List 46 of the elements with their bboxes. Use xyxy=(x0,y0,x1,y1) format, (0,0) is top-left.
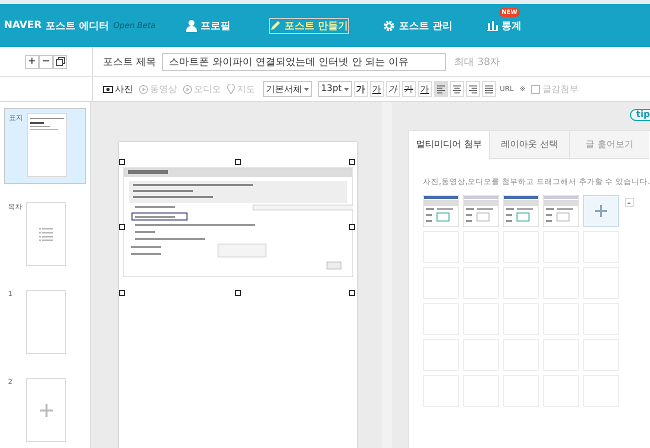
text-style-button[interactable]: 가 xyxy=(354,81,368,97)
add-icon xyxy=(40,404,52,416)
checkbox-icon xyxy=(531,84,540,94)
person-icon xyxy=(186,20,197,32)
pin-icon xyxy=(227,84,235,94)
bar-chart-icon xyxy=(486,20,498,31)
camera-icon xyxy=(103,85,113,93)
text-style-button[interactable]: 가 xyxy=(386,81,400,97)
dropdown[interactable]: 기본서체 xyxy=(263,81,312,97)
text-style-button[interactable]: 가 xyxy=(402,81,416,97)
text-style-button[interactable]: 가 xyxy=(418,81,432,97)
caret-icon xyxy=(304,88,309,90)
app-name: 포스트 에디터 xyxy=(46,20,110,32)
text-style-button[interactable]: 가 xyxy=(370,81,384,97)
align-button[interactable] xyxy=(450,81,464,97)
copy-icon xyxy=(56,57,64,66)
panel-tab[interactable]: 레이아웃 선택 xyxy=(488,131,569,159)
dropdown[interactable]: 13pt xyxy=(318,81,352,97)
add-media-button[interactable] xyxy=(582,195,619,227)
play-icon xyxy=(183,84,192,94)
settings-icon xyxy=(383,20,396,32)
caret-icon xyxy=(344,88,349,90)
nav-link[interactable]: 프로필 xyxy=(186,18,231,32)
length-hint: 최대 38자 xyxy=(454,56,500,68)
pen-icon xyxy=(270,20,281,31)
align-button[interactable] xyxy=(482,81,496,97)
align-button[interactable] xyxy=(466,81,480,97)
beta-label: Open Beta xyxy=(113,21,156,30)
title-field[interactable]: 스마트폰 와이파이 연결되었는데 인터넷 안 되는 이유 xyxy=(162,52,446,70)
document-preview-icon xyxy=(30,118,64,130)
nav-link[interactable]: 포스트 관리 xyxy=(383,18,453,32)
caret-icon xyxy=(627,202,632,204)
align-button[interactable] xyxy=(434,81,448,97)
align-icon xyxy=(436,84,445,94)
align-icon xyxy=(484,84,493,94)
list-icon xyxy=(39,228,53,240)
page-tool-button[interactable] xyxy=(53,54,67,68)
logo: NAVER xyxy=(4,20,42,31)
page-tool-button[interactable]: + xyxy=(25,54,39,68)
tip-badge[interactable]: tip xyxy=(630,109,650,121)
title-label: 포스트 제목 xyxy=(103,56,156,68)
page-tool-button[interactable]: − xyxy=(39,54,53,68)
play-icon xyxy=(139,84,148,94)
align-icon xyxy=(468,84,477,94)
add-icon xyxy=(594,205,607,217)
align-icon xyxy=(452,84,461,94)
